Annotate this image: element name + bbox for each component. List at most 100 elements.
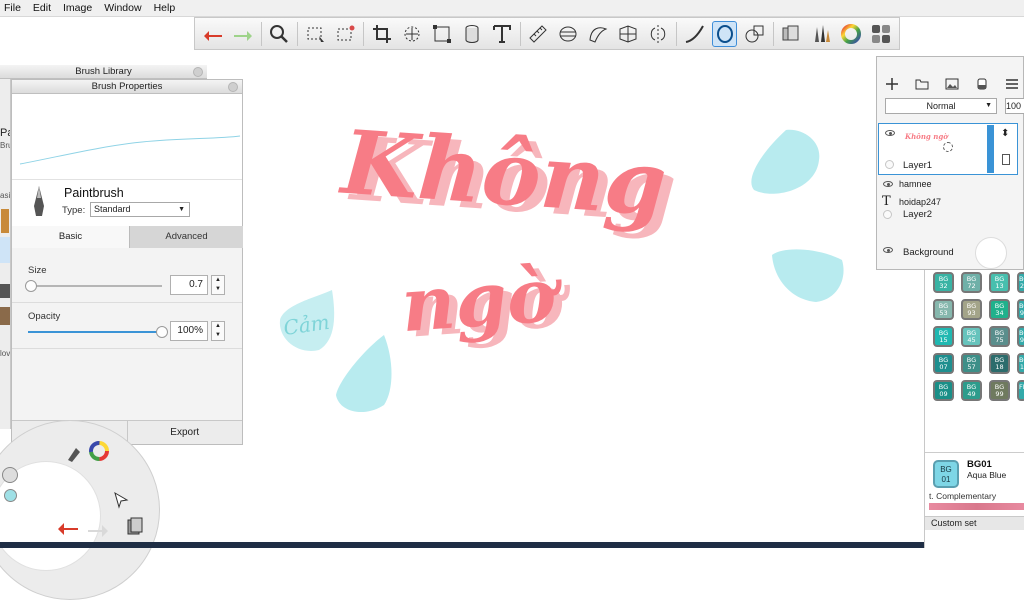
shape-icon[interactable]: [742, 21, 767, 47]
image-layer-icon[interactable]: [945, 77, 959, 91]
swatch-bg57[interactable]: BG 57: [961, 353, 982, 374]
cylinder-icon[interactable]: [460, 21, 485, 47]
color-puck-icon[interactable]: [88, 440, 110, 462]
ruler-icon[interactable]: [526, 21, 551, 47]
layer-select-radio[interactable]: [883, 210, 892, 219]
color-wheel-icon[interactable]: [839, 21, 864, 47]
brush-properties-close-icon[interactable]: [228, 82, 238, 92]
copic-library-icon[interactable]: [779, 21, 804, 47]
current-color-puck[interactable]: [4, 489, 17, 502]
eye-icon[interactable]: [883, 247, 893, 253]
lagoon-redo-icon[interactable]: [86, 522, 110, 538]
magic-select-icon[interactable]: [333, 21, 358, 47]
opacity-value-field[interactable]: 100%: [170, 321, 208, 341]
size-slider[interactable]: [24, 280, 162, 292]
crop-icon[interactable]: [369, 21, 394, 47]
tab-basic[interactable]: Basic: [12, 226, 130, 248]
opacity-slider[interactable]: [28, 326, 168, 338]
reorder-icon[interactable]: ⬍: [1001, 128, 1009, 139]
swatch-bg34[interactable]: BG 34: [989, 299, 1010, 320]
size-slider-knob[interactable]: [24, 280, 37, 292]
size-stepper[interactable]: ▲ ▼: [211, 275, 225, 295]
opacity-stepper[interactable]: ▲ ▼: [211, 321, 225, 341]
eye-icon[interactable]: [883, 181, 893, 187]
swatch-bg07[interactable]: BG 07: [933, 353, 954, 374]
brush-thumb-icon[interactable]: [1, 209, 9, 233]
predictive-stroke-icon[interactable]: [712, 20, 738, 47]
eye-icon[interactable]: [885, 130, 895, 136]
brush-thumb-icon[interactable]: [0, 284, 10, 298]
zoom-icon[interactable]: [267, 21, 292, 47]
opacity-slider-knob[interactable]: [156, 326, 168, 338]
lasso-select-icon[interactable]: [303, 21, 328, 47]
brushes-icon[interactable]: [809, 21, 834, 47]
clear-layer-icon[interactable]: [975, 77, 989, 91]
brush-library-titlebar[interactable]: Brush Library: [0, 65, 207, 79]
ellipse-guide-icon[interactable]: [556, 21, 581, 47]
palette-icon[interactable]: [869, 21, 894, 47]
swatch-bg93[interactable]: BG 93: [961, 299, 982, 320]
swatch-edge[interactable]: FB: [1017, 380, 1024, 401]
layers-panel: Normal ▼ 100 Không ngờ Layer1 ⬍ hamnee T…: [876, 56, 1024, 270]
brush-properties-titlebar[interactable]: Brush Properties: [12, 80, 242, 94]
swatch-bg32[interactable]: BG 32: [933, 272, 954, 293]
swatch-edge[interactable]: BG 9: [1017, 326, 1024, 347]
menu-icon[interactable]: [1005, 77, 1019, 91]
selected-swatch[interactable]: BG 01: [933, 460, 959, 488]
layer-opacity-field[interactable]: 100: [1005, 98, 1024, 114]
brush-tool-icon[interactable]: [64, 444, 84, 464]
menu-image[interactable]: Image: [63, 2, 92, 14]
swatch-bg09[interactable]: BG 09: [933, 380, 954, 401]
folder-icon[interactable]: [915, 77, 929, 91]
blend-mode-value: Normal: [926, 101, 956, 111]
layer-opacity-bar[interactable]: [987, 125, 994, 173]
tab-advanced[interactable]: Advanced: [130, 226, 243, 248]
redo-icon[interactable]: [231, 21, 256, 47]
menu-help[interactable]: Help: [154, 2, 176, 14]
text-icon[interactable]: [490, 21, 515, 47]
swatch-bg15[interactable]: BG 15: [933, 326, 954, 347]
complementary-strip[interactable]: [929, 503, 1024, 510]
custom-set-header[interactable]: Custom set: [925, 516, 1024, 530]
perspective-icon[interactable]: [616, 21, 641, 47]
french-curve-icon[interactable]: [586, 21, 611, 47]
swatch-edge[interactable]: BG 1: [1017, 353, 1024, 374]
brush-library-close-icon[interactable]: [193, 67, 203, 77]
drawing-canvas[interactable]: Cảm Không Không ngờ ngờ: [244, 50, 876, 548]
layer-select-radio[interactable]: [885, 160, 894, 169]
brush-size-puck-icon[interactable]: [2, 467, 18, 483]
layer-item-layer1[interactable]: Không ngờ Layer1 ⬍: [878, 123, 1018, 175]
type-select[interactable]: Standard ▼: [90, 202, 190, 217]
lagoon-undo-icon[interactable]: [56, 519, 80, 537]
library-fragment: Pa: [0, 127, 10, 139]
transform-icon[interactable]: [399, 21, 424, 47]
menu-file[interactable]: File: [4, 2, 21, 14]
swatch-bg18[interactable]: BG 18: [989, 353, 1010, 374]
size-value-field[interactable]: 0.7: [170, 275, 208, 295]
add-layer-icon[interactable]: [885, 77, 899, 91]
swatch-bg49[interactable]: BG 49: [961, 380, 982, 401]
swatch-bg53[interactable]: BG 53: [933, 299, 954, 320]
select-arrow-icon[interactable]: [112, 491, 130, 509]
stroke-icon[interactable]: [682, 21, 707, 47]
swatch-bg72[interactable]: BG 72: [961, 272, 982, 293]
layers-icon[interactable]: [126, 516, 144, 536]
brush-thumb-selected-icon[interactable]: [0, 237, 10, 263]
swatch-bg99[interactable]: BG 99: [989, 380, 1010, 401]
swatch-edge[interactable]: BG 2: [1017, 272, 1024, 293]
swatch-bg13[interactable]: BG 13: [989, 272, 1010, 293]
undo-icon[interactable]: [201, 21, 226, 47]
export-button[interactable]: Export: [128, 421, 243, 444]
lock-icon[interactable]: [1002, 154, 1010, 165]
blend-mode-select[interactable]: Normal ▼: [885, 98, 997, 114]
swatch-bg45[interactable]: BG 45: [961, 326, 982, 347]
menu-edit[interactable]: Edit: [33, 2, 51, 14]
brush-library-title: Brush Library: [75, 66, 132, 77]
swatch-edge[interactable]: BG 9: [1017, 299, 1024, 320]
menu-window[interactable]: Window: [104, 2, 141, 14]
distort-icon[interactable]: [430, 21, 455, 47]
background-color-swatch[interactable]: [975, 237, 1007, 269]
brush-thumb-icon[interactable]: [0, 307, 10, 325]
swatch-bg75[interactable]: BG 75: [989, 326, 1010, 347]
symmetry-icon[interactable]: [646, 21, 671, 47]
